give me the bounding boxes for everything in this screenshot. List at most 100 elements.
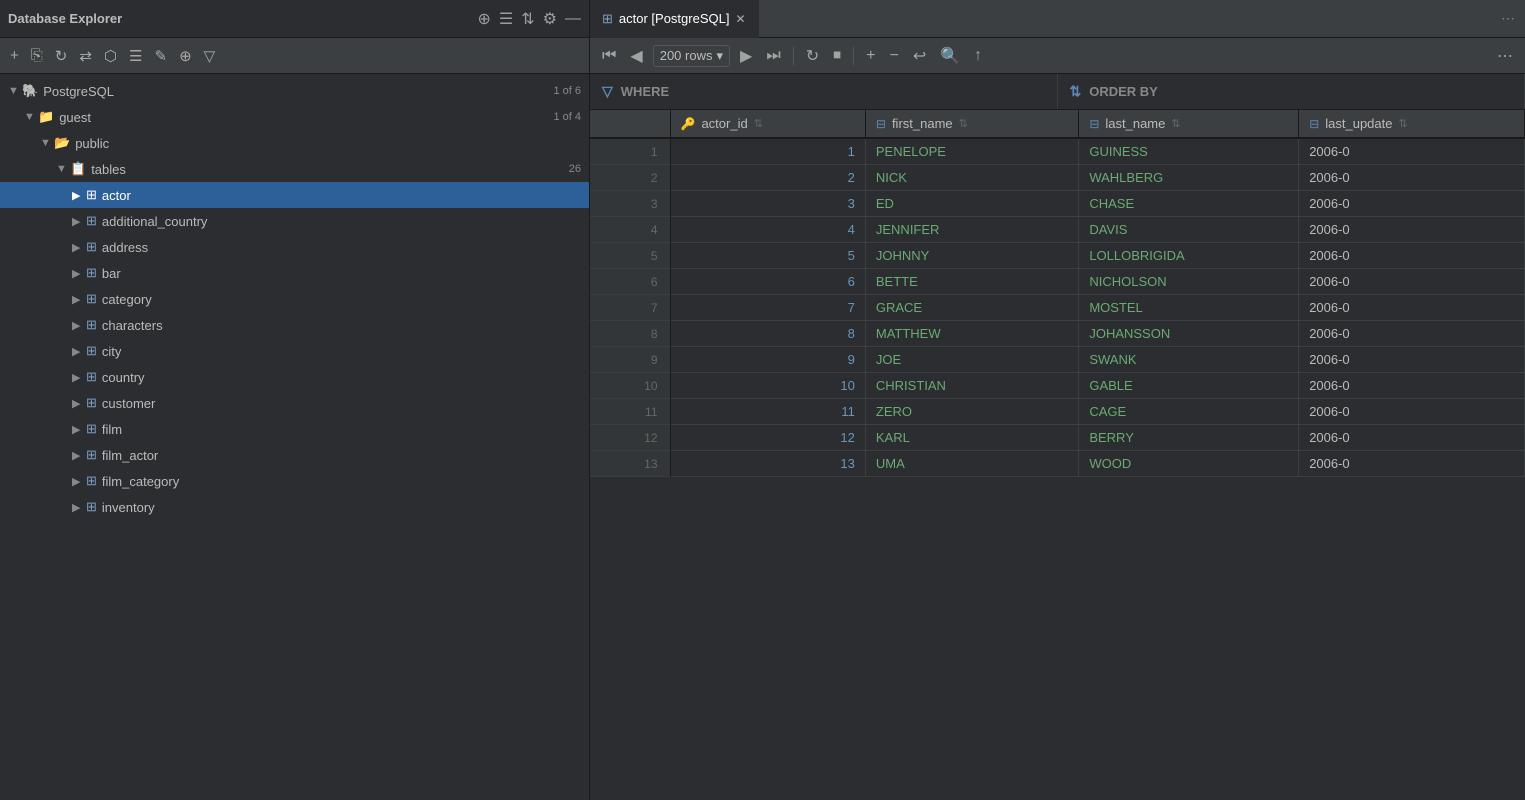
actor-id-cell[interactable]: 4	[670, 217, 865, 243]
order-by-section[interactable]: ⇅ ORDER BY	[1058, 74, 1525, 109]
tree-item-guest[interactable]: ▼ 📁 guest 1 of 4	[0, 104, 589, 130]
table-row[interactable]: 44JENNIFERDAVIS2006-0	[590, 217, 1525, 243]
tree-item-inventory[interactable]: ▶ ⊞ inventory	[0, 494, 589, 520]
last-update-cell[interactable]: 2006-0	[1299, 425, 1525, 451]
last-name-cell[interactable]: BERRY	[1079, 425, 1299, 451]
first-name-sort-icon[interactable]: ⇅	[959, 117, 968, 130]
rows-selector[interactable]: 200 rows ▾	[653, 45, 730, 67]
last-update-cell[interactable]: 2006-0	[1299, 191, 1525, 217]
col-header-actor-id[interactable]: 🔑 actor_id ⇅	[670, 110, 865, 138]
tree-item-film-category[interactable]: ▶ ⊞ film_category	[0, 468, 589, 494]
last-update-cell[interactable]: 2006-0	[1299, 243, 1525, 269]
first-name-cell[interactable]: UMA	[865, 451, 1078, 477]
actor-id-cell[interactable]: 13	[670, 451, 865, 477]
revert-button[interactable]: ↩	[909, 44, 930, 68]
table-row[interactable]: 22NICKWAHLBERG2006-0	[590, 165, 1525, 191]
tree-item-bar[interactable]: ▶ ⊞ bar	[0, 260, 589, 286]
edit-icon[interactable]: ✎	[151, 45, 172, 67]
actor-id-cell[interactable]: 3	[670, 191, 865, 217]
first-name-cell[interactable]: MATTHEW	[865, 321, 1078, 347]
last-update-cell[interactable]: 2006-0	[1299, 217, 1525, 243]
settings-icon[interactable]: ⚙	[543, 9, 557, 29]
actor-id-cell[interactable]: 9	[670, 347, 865, 373]
last-update-cell[interactable]: 2006-0	[1299, 295, 1525, 321]
last-name-cell[interactable]: WAHLBERG	[1079, 165, 1299, 191]
last-name-cell[interactable]: MOSTEL	[1079, 295, 1299, 321]
last-update-sort-icon[interactable]: ⇅	[1398, 117, 1407, 130]
table-row[interactable]: 1313UMAWOOD2006-0	[590, 451, 1525, 477]
copy-icon[interactable]: ⎘	[27, 45, 47, 66]
last-update-cell[interactable]: 2006-0	[1299, 321, 1525, 347]
col-header-last-update[interactable]: ⊟ last_update ⇅	[1299, 110, 1525, 138]
last-update-cell[interactable]: 2006-0	[1299, 451, 1525, 477]
last-name-cell[interactable]: CAGE	[1079, 399, 1299, 425]
first-name-cell[interactable]: BETTE	[865, 269, 1078, 295]
tree-item-public[interactable]: ▼ 📂 public	[0, 130, 589, 156]
collapse-all-icon[interactable]: ☰	[499, 9, 513, 29]
tree-item-additional-country[interactable]: ▶ ⊞ additional_country	[0, 208, 589, 234]
actor-id-cell[interactable]: 5	[670, 243, 865, 269]
add-connection-icon[interactable]: ⊕	[478, 9, 491, 29]
table-view-icon[interactable]: ☰	[125, 45, 146, 67]
where-section[interactable]: ▽ WHERE	[590, 74, 1058, 109]
filter-icon[interactable]: ⇅	[521, 9, 534, 29]
last-name-cell[interactable]: SWANK	[1079, 347, 1299, 373]
first-name-cell[interactable]: ZERO	[865, 399, 1078, 425]
actor-id-cell[interactable]: 1	[670, 138, 865, 165]
refresh-data-button[interactable]: ↻	[802, 44, 823, 68]
last-update-cell[interactable]: 2006-0	[1299, 138, 1525, 165]
tree-item-film-actor[interactable]: ▶ ⊞ film_actor	[0, 442, 589, 468]
search-button[interactable]: 🔍	[936, 44, 964, 68]
last-name-sort-icon[interactable]: ⇅	[1171, 117, 1180, 130]
add-row-button[interactable]: +	[862, 45, 879, 67]
filter-icon2[interactable]: ▽	[200, 45, 220, 67]
tree-item-film[interactable]: ▶ ⊞ film	[0, 416, 589, 442]
tab-overflow-button[interactable]: ⋯	[1491, 10, 1525, 27]
first-name-cell[interactable]: JOE	[865, 347, 1078, 373]
first-name-cell[interactable]: KARL	[865, 425, 1078, 451]
table-row[interactable]: 33EDCHASE2006-0	[590, 191, 1525, 217]
table-row[interactable]: 55JOHNNYLOLLOBRIGIDA2006-0	[590, 243, 1525, 269]
last-page-button[interactable]: ⏭	[762, 45, 784, 67]
tree-item-city[interactable]: ▶ ⊞ city	[0, 338, 589, 364]
first-page-button[interactable]: ⏮	[598, 45, 620, 67]
tree-item-country[interactable]: ▶ ⊞ country	[0, 364, 589, 390]
tab-actor[interactable]: ⊞ actor [PostgreSQL] ✕	[590, 0, 759, 38]
last-update-cell[interactable]: 2006-0	[1299, 269, 1525, 295]
last-name-cell[interactable]: GABLE	[1079, 373, 1299, 399]
add-icon[interactable]: +	[6, 45, 23, 66]
tree-item-postgres[interactable]: ▼ 🐘 PostgreSQL 1 of 6	[0, 78, 589, 104]
last-name-cell[interactable]: LOLLOBRIGIDA	[1079, 243, 1299, 269]
delete-row-button[interactable]: −	[885, 45, 902, 67]
table-row[interactable]: 1010CHRISTIANGABLE2006-0	[590, 373, 1525, 399]
first-name-cell[interactable]: GRACE	[865, 295, 1078, 321]
tab-close-button[interactable]: ✕	[735, 12, 745, 26]
last-name-cell[interactable]: NICHOLSON	[1079, 269, 1299, 295]
table-row[interactable]: 77GRACEMOSTEL2006-0	[590, 295, 1525, 321]
last-update-cell[interactable]: 2006-0	[1299, 373, 1525, 399]
last-name-cell[interactable]: JOHANSSON	[1079, 321, 1299, 347]
table-row[interactable]: 66BETTENICHOLSON2006-0	[590, 269, 1525, 295]
more-button[interactable]: ⋯	[1493, 44, 1517, 68]
tree-item-address[interactable]: ▶ ⊞ address	[0, 234, 589, 260]
actor-id-cell[interactable]: 12	[670, 425, 865, 451]
col-header-last-name[interactable]: ⊟ last_name ⇅	[1079, 110, 1299, 138]
last-name-cell[interactable]: GUINESS	[1079, 138, 1299, 165]
last-update-cell[interactable]: 2006-0	[1299, 165, 1525, 191]
col-header-first-name[interactable]: ⊟ first_name ⇅	[865, 110, 1078, 138]
actor-id-cell[interactable]: 7	[670, 295, 865, 321]
table-row[interactable]: 1212KARLBERRY2006-0	[590, 425, 1525, 451]
first-name-cell[interactable]: JOHNNY	[865, 243, 1078, 269]
table-row[interactable]: 11PENELOPEGUINESS2006-0	[590, 138, 1525, 165]
next-page-button[interactable]: ▶	[736, 44, 756, 68]
first-name-cell[interactable]: CHRISTIAN	[865, 373, 1078, 399]
actor-id-cell[interactable]: 10	[670, 373, 865, 399]
minimize-icon[interactable]: —	[565, 10, 581, 28]
last-update-cell[interactable]: 2006-0	[1299, 399, 1525, 425]
tree-item-category[interactable]: ▶ ⊞ category	[0, 286, 589, 312]
actor-id-sort-icon[interactable]: ⇅	[754, 117, 763, 130]
submit-button[interactable]: ↑	[970, 45, 986, 67]
last-name-cell[interactable]: WOOD	[1079, 451, 1299, 477]
last-name-cell[interactable]: CHASE	[1079, 191, 1299, 217]
prev-page-button[interactable]: ◀	[626, 44, 646, 68]
